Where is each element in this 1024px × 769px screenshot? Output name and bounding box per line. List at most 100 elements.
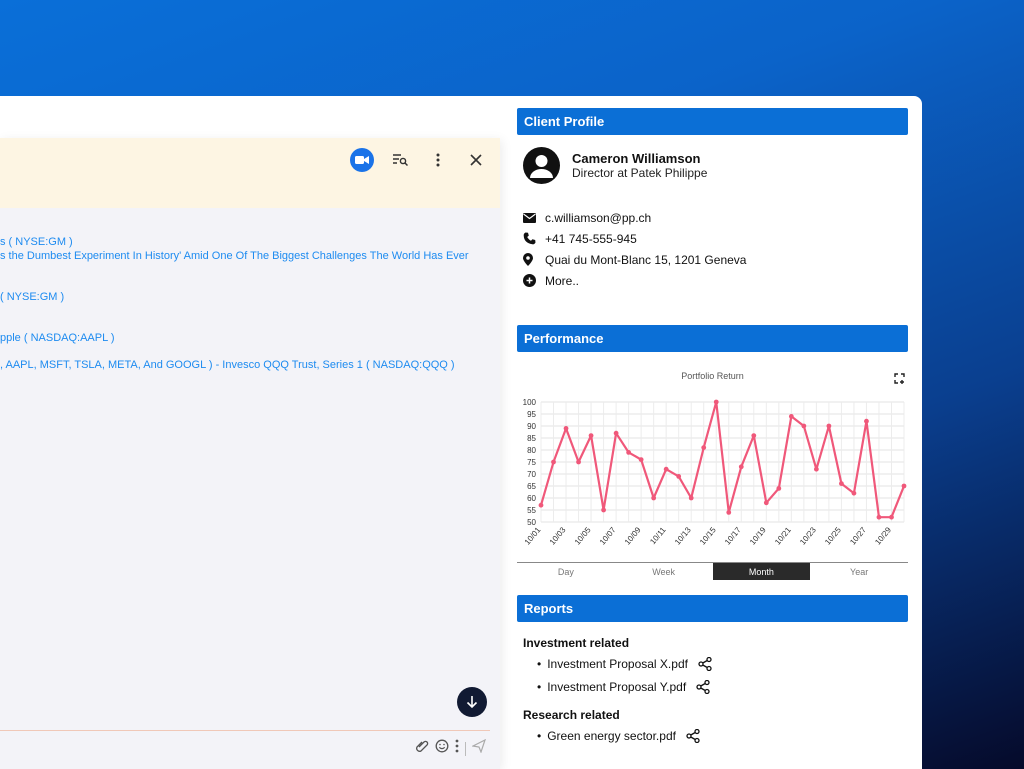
report-item[interactable]: • Green energy sector.pdf xyxy=(537,727,908,745)
report-file-name[interactable]: Investment Proposal Y.pdf xyxy=(547,680,686,694)
compose-divider xyxy=(0,730,490,731)
contact-address[interactable]: Quai du Mont-Blanc 15, 1201 Geneva xyxy=(523,249,746,270)
more-vert-icon[interactable] xyxy=(426,148,450,172)
client-role: Director at Patek Philippe xyxy=(572,166,708,180)
x-tick-label: 10/05 xyxy=(573,525,593,547)
emoji-icon[interactable] xyxy=(435,739,449,758)
toolbar-divider xyxy=(465,741,466,756)
report-item[interactable]: • Investment Proposal X.pdf xyxy=(537,655,908,673)
y-tick-label: 90 xyxy=(527,422,536,431)
data-point xyxy=(638,457,644,462)
data-point xyxy=(588,433,594,438)
report-group-title: Investment related xyxy=(523,636,630,650)
data-point xyxy=(626,450,632,455)
x-tick-label: 10/25 xyxy=(823,525,843,547)
share-icon[interactable] xyxy=(686,729,700,743)
video-icon[interactable] xyxy=(350,148,374,172)
data-point xyxy=(776,486,782,491)
reports-header: Reports xyxy=(517,595,908,622)
client-side-panel: Client Profile Cameron Williamson Direct… xyxy=(517,108,908,745)
y-tick-label: 55 xyxy=(527,506,536,515)
report-item[interactable]: • Investment Proposal Y.pdf xyxy=(537,678,908,696)
plus-circle-icon xyxy=(523,274,545,287)
data-point xyxy=(726,510,732,515)
y-tick-label: 70 xyxy=(527,470,536,479)
data-point xyxy=(876,514,882,520)
tab-month[interactable]: Month xyxy=(712,563,811,580)
message-link[interactable]: , AAPL, MSFT, TSLA, META, And GOOGL ) - … xyxy=(0,359,455,372)
data-point xyxy=(751,433,757,438)
x-tick-label: 10/13 xyxy=(673,525,693,547)
share-icon[interactable] xyxy=(696,680,710,694)
message-link[interactable]: s ( NYSE:GM ) xyxy=(0,236,73,249)
x-tick-label: 10/01 xyxy=(523,525,543,547)
contact-list: c.williamson@pp.ch +41 745-555-945 Quai … xyxy=(523,207,746,291)
client-name: Cameron Williamson xyxy=(572,151,701,166)
tab-week[interactable]: Week xyxy=(615,563,713,580)
client-profile-header: Client Profile xyxy=(517,108,908,135)
data-point xyxy=(688,495,694,501)
x-tick-label: 10/23 xyxy=(798,525,818,547)
y-tick-label: 75 xyxy=(527,458,536,467)
main-card: s ( NYSE:GM ) s the Dumbest Experiment I… xyxy=(0,96,922,769)
data-point xyxy=(613,430,619,436)
message-link[interactable]: s the Dumbest Experiment In History' Ami… xyxy=(0,250,469,263)
contact-phone[interactable]: +41 745-555-945 xyxy=(523,228,746,249)
data-point xyxy=(576,459,581,465)
y-tick-label: 95 xyxy=(527,410,536,419)
data-point xyxy=(839,481,844,486)
performance-header: Performance xyxy=(517,325,908,352)
report-file-name[interactable]: Green energy sector.pdf xyxy=(547,729,676,743)
message-link[interactable]: ( NYSE:GM ) xyxy=(0,291,64,304)
x-tick-label: 10/17 xyxy=(723,525,743,547)
x-tick-label: 10/15 xyxy=(698,525,718,547)
reports-section: Investment related • Investment Proposal… xyxy=(517,636,908,745)
more-vert-icon[interactable] xyxy=(455,739,459,758)
chat-panel: s ( NYSE:GM ) s the Dumbest Experiment I… xyxy=(0,138,500,769)
phone-text: +41 745-555-945 xyxy=(545,231,637,246)
attach-icon[interactable] xyxy=(415,739,429,758)
data-point xyxy=(801,423,807,429)
tab-year[interactable]: Year xyxy=(810,563,908,580)
chat-header xyxy=(0,138,500,208)
data-point xyxy=(601,507,606,513)
send-icon[interactable] xyxy=(471,738,487,758)
tab-day[interactable]: Day xyxy=(517,563,615,580)
data-point xyxy=(563,426,569,431)
phone-icon xyxy=(523,232,545,245)
data-point xyxy=(538,502,544,508)
share-icon[interactable] xyxy=(698,657,712,671)
data-point xyxy=(826,423,832,429)
close-icon[interactable] xyxy=(464,148,488,172)
period-tabs: Day Week Month Year xyxy=(517,562,908,580)
x-tick-label: 10/11 xyxy=(648,525,668,546)
data-point xyxy=(763,500,769,506)
data-point xyxy=(788,414,794,419)
data-point xyxy=(738,464,744,470)
data-point xyxy=(663,466,669,472)
contact-more[interactable]: More.. xyxy=(523,270,746,291)
portfolio-return-chart: 1009590858075706560555010/01 10/03 10/05 10… xyxy=(523,398,907,547)
series-line xyxy=(539,400,906,519)
data-point xyxy=(701,445,707,450)
search-list-icon[interactable] xyxy=(388,148,412,172)
x-tick-label: 10/07 xyxy=(598,525,618,547)
x-tick-label: 10/29 xyxy=(873,525,893,547)
data-point xyxy=(813,466,819,472)
x-tick-label: 10/19 xyxy=(748,525,768,547)
x-tick-label: 10/21 xyxy=(773,525,793,547)
x-tick-label: 10/27 xyxy=(848,525,868,547)
y-tick-label: 100 xyxy=(523,398,537,407)
report-file-name[interactable]: Investment Proposal X.pdf xyxy=(547,657,688,671)
y-tick-label: 65 xyxy=(527,482,536,491)
contact-email[interactable]: c.williamson@pp.ch xyxy=(523,207,746,228)
scroll-down-button[interactable] xyxy=(457,687,487,717)
report-group-title: Research related xyxy=(523,708,620,722)
data-point xyxy=(889,514,894,520)
compose-toolbar xyxy=(415,738,487,758)
arrow-down-icon xyxy=(466,696,478,709)
location-pin-icon xyxy=(523,253,545,266)
message-link[interactable]: pple ( NASDAQ:AAPL ) xyxy=(0,332,115,345)
email-text: c.williamson@pp.ch xyxy=(545,210,652,225)
person-icon xyxy=(530,155,553,178)
